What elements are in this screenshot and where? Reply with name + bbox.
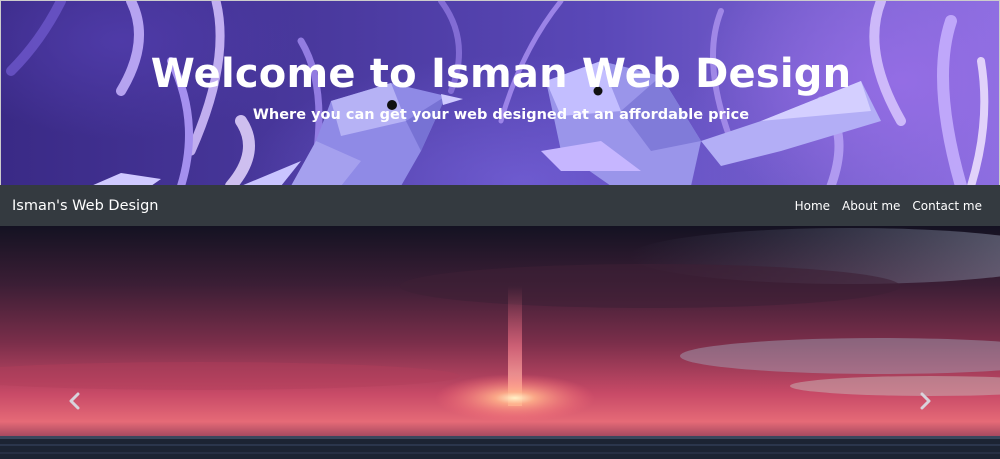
bird-left xyxy=(243,83,463,185)
carousel-slide-image xyxy=(0,226,1000,459)
nav-link-home[interactable]: Home xyxy=(789,199,836,213)
chevron-left-icon xyxy=(69,392,80,410)
hero-title: Welcome to Isman Web Design xyxy=(150,51,852,97)
hero-banner: Welcome to Isman Web Design Where you ca… xyxy=(0,0,1000,185)
hero-subtitle: Where you can get your web designed at a… xyxy=(252,107,750,123)
navbar: Isman's Web Design Home About me Contact… xyxy=(0,185,1000,226)
carousel-next-button[interactable] xyxy=(913,389,937,413)
nav-link-contact[interactable]: Contact me xyxy=(906,199,988,213)
nav-links: Home About me Contact me xyxy=(789,199,988,213)
nav-link-about[interactable]: About me xyxy=(836,199,906,213)
chevron-right-icon xyxy=(920,392,931,410)
image-carousel xyxy=(0,226,1000,459)
navbar-brand[interactable]: Isman's Web Design xyxy=(12,198,158,214)
carousel-prev-button[interactable] xyxy=(63,389,87,413)
